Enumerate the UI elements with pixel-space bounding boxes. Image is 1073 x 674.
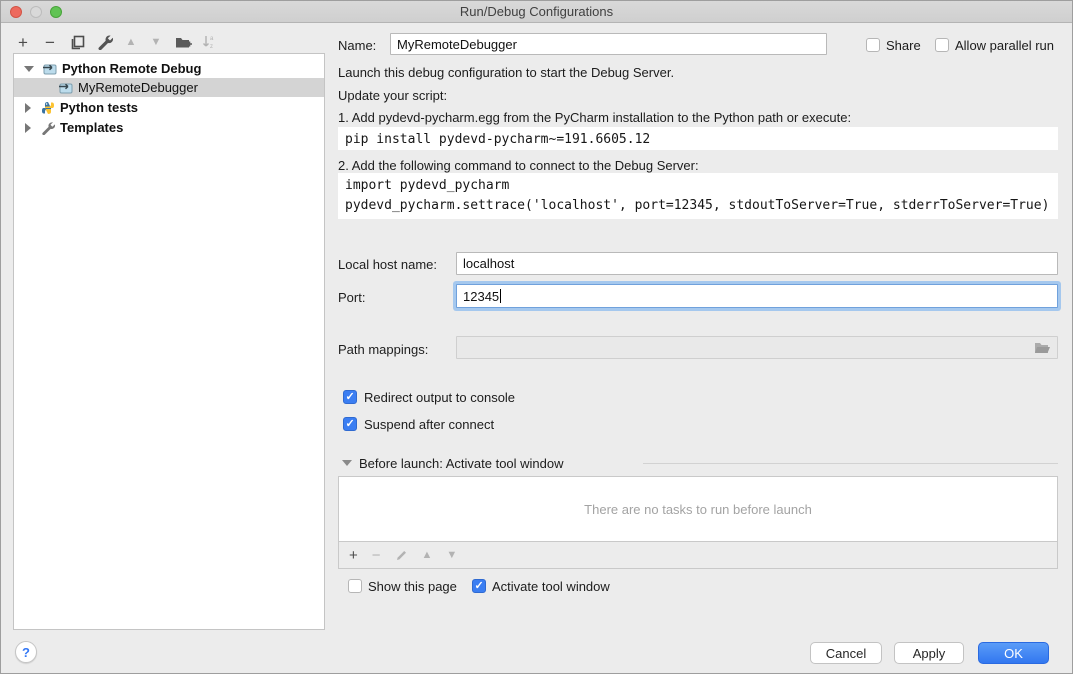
share-checkbox[interactable] [866, 38, 880, 52]
show-this-page-label: Show this page [368, 579, 457, 594]
minus-icon: − [45, 34, 55, 51]
sort-configurations-button[interactable]: a z [198, 32, 220, 52]
run-debug-configurations-dialog: Run/Debug Configurations + − ▲ ▼ a z [0, 0, 1073, 674]
instruction-line-2: Update your script: [338, 88, 447, 103]
pip-install-code: pip install pydevd-pycharm~=191.6605.12 [338, 127, 1058, 150]
configurations-tree: Python Remote Debug MyRemoteDebugger Pyt… [13, 53, 325, 630]
tree-item-templates[interactable]: Templates [14, 118, 324, 137]
task-list-toolbar: + − ▲ ▼ [338, 542, 1058, 569]
sort-az-icon: a z [202, 34, 217, 50]
text-caret [500, 289, 501, 303]
wrench-icon [97, 34, 113, 50]
redirect-output-label: Redirect output to console [364, 390, 515, 405]
port-input[interactable]: 12345 [456, 284, 1058, 308]
expand-arrow-icon[interactable] [25, 123, 31, 133]
tree-item-python-remote-debug[interactable]: Python Remote Debug [14, 59, 324, 78]
allow-parallel-run-checkbox[interactable] [935, 38, 949, 52]
instruction-step-2: 2. Add the following command to connect … [338, 158, 699, 173]
show-this-page-checkbox[interactable] [348, 579, 362, 593]
tree-item-label: Python Remote Debug [62, 61, 201, 76]
path-mappings-input[interactable] [456, 336, 1058, 359]
apply-button-label: Apply [913, 646, 946, 661]
svg-text:z: z [210, 44, 213, 50]
share-label: Share [886, 38, 921, 53]
before-launch-separator [643, 463, 1058, 464]
before-launch-task-list[interactable]: There are no tasks to run before launch [338, 476, 1058, 542]
collapse-arrow-icon[interactable] [24, 66, 34, 72]
templates-wrench-icon [40, 121, 56, 135]
before-launch-collapse-icon[interactable] [342, 460, 352, 466]
activate-tool-window-checkbox[interactable] [472, 579, 486, 593]
tree-item-label: Templates [60, 120, 123, 135]
copy-configuration-button[interactable] [66, 32, 88, 52]
title-bar: Run/Debug Configurations [1, 1, 1072, 23]
arrow-down-icon: ▼ [151, 37, 162, 48]
plus-icon: + [18, 34, 28, 51]
move-task-down-button[interactable]: ▼ [446, 550, 457, 561]
move-down-button[interactable]: ▼ [145, 32, 167, 52]
redirect-output-checkbox[interactable] [343, 390, 357, 404]
remove-configuration-button[interactable]: − [39, 32, 61, 52]
activate-tool-window-label: Activate tool window [492, 579, 610, 594]
tree-item-python-tests[interactable]: Python tests [14, 98, 324, 117]
expand-arrow-icon[interactable] [25, 103, 31, 113]
python-logo-icon [40, 101, 56, 115]
port-label: Port: [338, 290, 365, 305]
copy-icon [70, 35, 85, 50]
local-host-name-label: Local host name: [338, 257, 437, 272]
ok-button-label: OK [1004, 646, 1023, 661]
suspend-after-connect-label: Suspend after connect [364, 417, 494, 432]
settrace-code: import pydevd_pycharmpydevd_pycharm.sett… [338, 173, 1058, 219]
browse-folder-icon[interactable] [1034, 341, 1051, 355]
svg-text:a: a [210, 36, 214, 42]
code-line-2: pydevd_pycharm.settrace('localhost', por… [345, 196, 1051, 216]
window-title: Run/Debug Configurations [1, 4, 1072, 19]
help-button[interactable]: ? [15, 641, 37, 663]
move-up-button[interactable]: ▲ [120, 32, 142, 52]
instruction-line-1: Launch this debug configuration to start… [338, 65, 674, 80]
ok-button[interactable]: OK [978, 642, 1049, 664]
allow-parallel-run-label: Allow parallel run [955, 38, 1054, 53]
run-config-icon [58, 81, 74, 95]
apply-button[interactable]: Apply [894, 642, 964, 664]
suspend-after-connect-checkbox[interactable] [343, 417, 357, 431]
cancel-button-label: Cancel [826, 646, 866, 661]
move-task-up-button[interactable]: ▲ [422, 550, 433, 561]
no-tasks-placeholder: There are no tasks to run before launch [584, 502, 812, 517]
tree-item-myremotedebugger-selected[interactable]: MyRemoteDebugger [14, 78, 324, 97]
instruction-step-1: 1. Add pydevd-pycharm.egg from the PyCha… [338, 110, 851, 125]
tree-item-label: MyRemoteDebugger [78, 80, 198, 95]
create-folder-button[interactable] [172, 32, 194, 52]
add-task-button[interactable]: + [349, 548, 358, 563]
cancel-button[interactable]: Cancel [810, 642, 882, 664]
edit-templates-button[interactable] [94, 32, 116, 52]
local-host-name-input[interactable] [456, 252, 1058, 275]
folder-plus-icon [175, 35, 192, 50]
add-configuration-button[interactable]: + [12, 32, 34, 52]
remove-task-button[interactable]: − [372, 547, 381, 564]
arrow-up-icon: ▲ [126, 37, 137, 48]
port-value: 12345 [463, 289, 499, 304]
path-mappings-label: Path mappings: [338, 342, 428, 357]
tree-item-label: Python tests [60, 100, 138, 115]
edit-task-pencil-icon[interactable] [395, 549, 408, 562]
before-launch-title: Before launch: Activate tool window [359, 456, 564, 471]
run-config-icon [42, 62, 58, 76]
code-line-1: import pydevd_pycharm [345, 176, 1051, 196]
name-input[interactable] [390, 33, 827, 55]
name-label: Name: [338, 38, 376, 53]
question-mark-icon: ? [22, 645, 30, 660]
